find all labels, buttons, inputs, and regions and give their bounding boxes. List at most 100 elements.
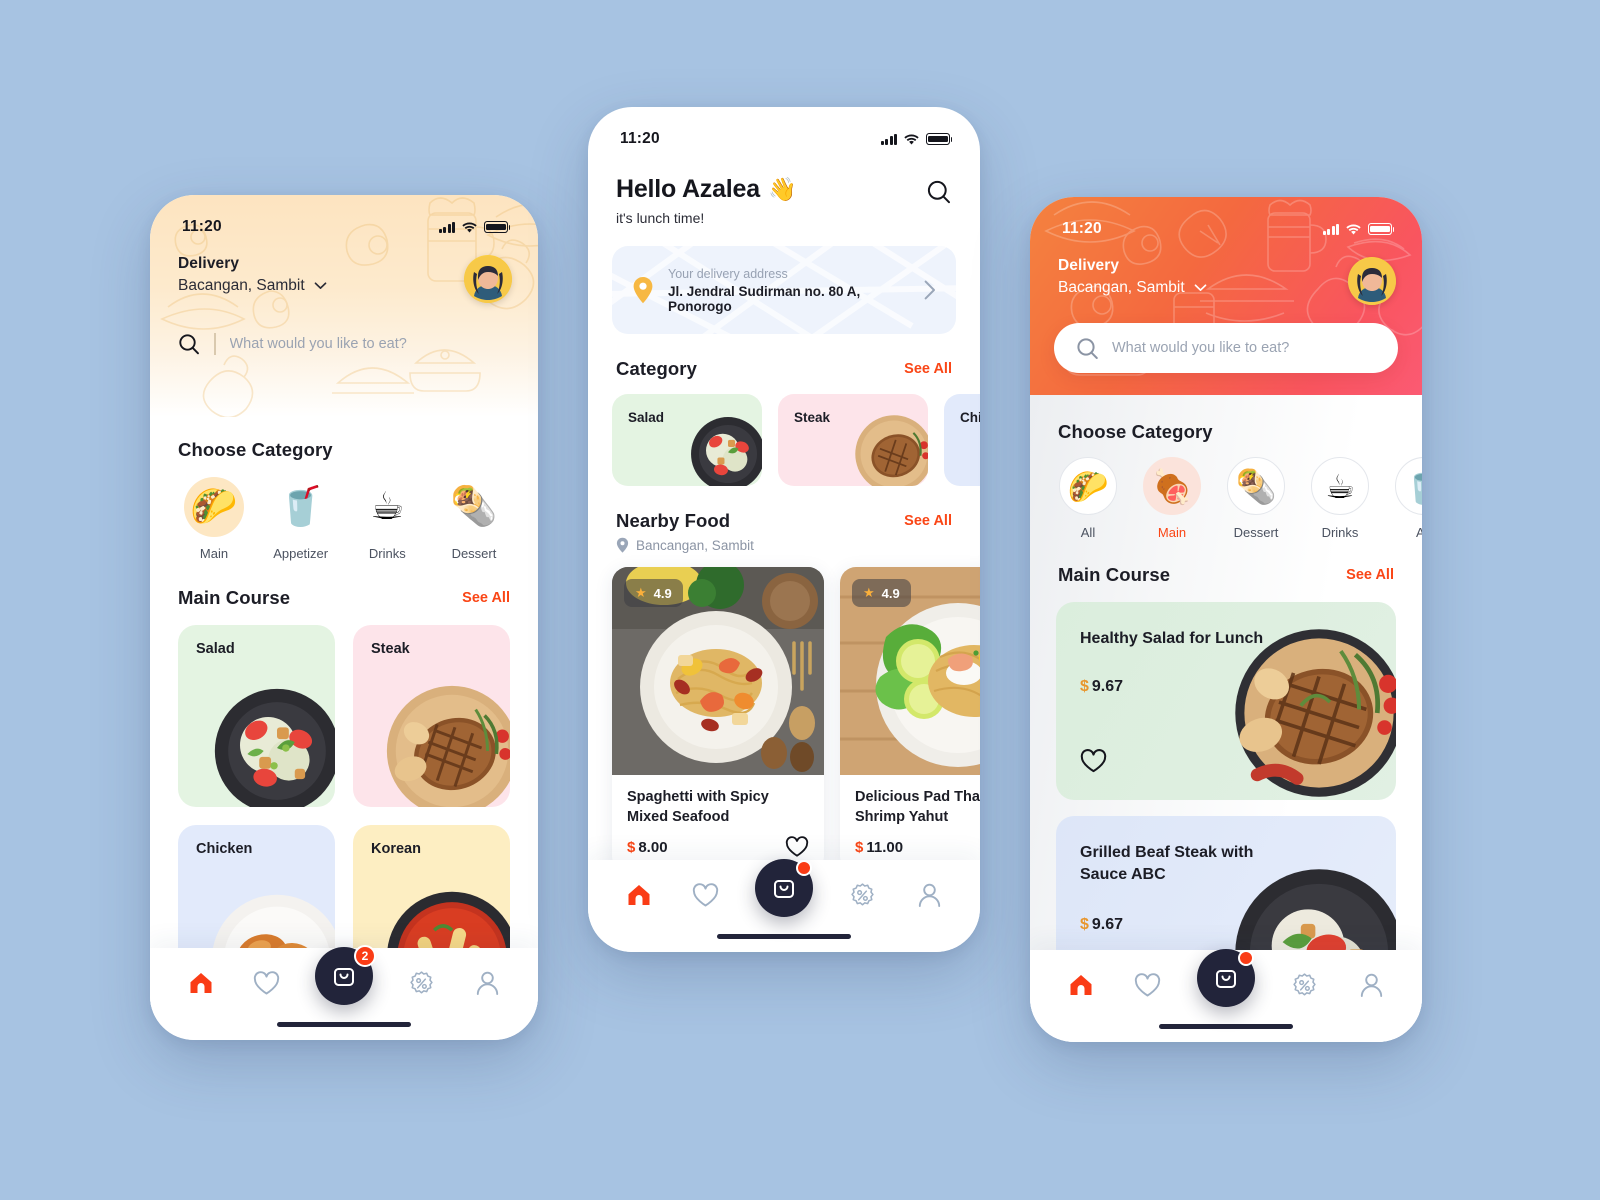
see-all-link[interactable]: See All xyxy=(904,513,952,529)
category-item-drinks[interactable]: ☕ Drinks xyxy=(353,477,421,561)
food-bottom-row: $8.00 xyxy=(627,836,809,858)
greeting-block: Hello Azalea 👋 it's lunch time! xyxy=(616,175,797,226)
search-button[interactable] xyxy=(926,175,952,205)
currency-symbol: $ xyxy=(627,838,636,856)
currency-symbol: $ xyxy=(1080,678,1089,695)
home-icon xyxy=(628,885,650,905)
home-indicator xyxy=(277,1021,411,1027)
category-list: 🌮 Main 🥤 Appetizer ☕ Drinks 🌯 Dessert xyxy=(150,461,538,561)
category-card-chicken[interactable]: Chicken xyxy=(944,394,980,486)
see-all-link[interactable]: See All xyxy=(1346,567,1394,583)
food-name: Delicious Pad Thai Fried Shrimp Yahut xyxy=(855,789,980,825)
tile-label: Salad xyxy=(196,641,235,657)
status-bar: 11:20 xyxy=(588,107,980,151)
see-all-link[interactable]: See All xyxy=(462,590,510,606)
food-card[interactable]: ★ 4.9 Delicious Pad Thai Fried Shrimp Ya… xyxy=(840,567,980,873)
food-meta: Spaghetti with Spicy Mixed Seafood $8.00 xyxy=(612,775,824,872)
category-card-steak[interactable]: Steak xyxy=(778,394,928,486)
search-icon[interactable] xyxy=(178,333,200,355)
home-light-body: Choose Category 🌮 Main 🥤 Appetizer ☕ Dri… xyxy=(150,417,538,1007)
delivery-info[interactable]: Delivery Bacangan, Sambit xyxy=(1058,257,1207,297)
chevron-right-icon[interactable] xyxy=(924,280,936,300)
nav-favorites[interactable] xyxy=(689,878,723,912)
heart-icon[interactable] xyxy=(785,836,809,858)
nav-profile[interactable] xyxy=(1354,968,1388,1002)
category-label: Appetizer xyxy=(273,546,329,561)
home-icon xyxy=(190,973,212,993)
search-bar[interactable] xyxy=(1030,305,1422,373)
see-all-link[interactable]: See All xyxy=(904,361,952,377)
nav-profile[interactable] xyxy=(470,966,504,1000)
food-list-card[interactable]: Healthy Salad for Lunch $9.67 xyxy=(1056,602,1396,800)
tile-label: Korean xyxy=(371,841,421,857)
nav-promo[interactable] xyxy=(405,966,439,1000)
avatar[interactable] xyxy=(1348,257,1396,305)
wifi-icon xyxy=(462,222,477,233)
screen-home-light: 11:20 Delivery Bacangan, Sambit What wou… xyxy=(150,195,538,1040)
category-card-label: Salad xyxy=(628,410,665,425)
delivery-address-card[interactable]: Your delivery address Jl. Jendral Sudirm… xyxy=(612,246,956,334)
chip-label: Drinks xyxy=(1321,525,1359,540)
food-card[interactable]: ★ 4.9 Spaghetti with Spicy Mixed Seafood… xyxy=(612,567,824,873)
home-indicator xyxy=(1159,1023,1293,1029)
food-price: $9.67 xyxy=(1080,916,1123,934)
category-chip-appetizer[interactable]: 🥤 Ap xyxy=(1392,457,1422,540)
category-title: Category xyxy=(616,358,697,379)
nav-favorites[interactable] xyxy=(1131,968,1165,1002)
search-pill[interactable] xyxy=(1054,323,1398,373)
search-icon[interactable] xyxy=(1076,337,1099,360)
category-chip-all[interactable]: 🌮 All xyxy=(1056,457,1120,540)
nav-home[interactable] xyxy=(1064,968,1098,1002)
signal-bars-icon xyxy=(880,133,897,145)
search-input[interactable] xyxy=(229,336,510,352)
food-bottom-row: $11.00 xyxy=(855,836,980,858)
nav-promo[interactable] xyxy=(1288,968,1322,1002)
battery-icon xyxy=(1368,223,1395,235)
category-item-main[interactable]: 🌮 Main xyxy=(180,477,248,561)
category-card-label: Steak xyxy=(794,410,831,425)
nav-profile[interactable] xyxy=(912,878,946,912)
home-indicator xyxy=(717,933,851,939)
heart-icon xyxy=(1134,972,1161,996)
shopping-bag-icon xyxy=(1216,970,1236,988)
location-pin-icon xyxy=(616,537,629,553)
nav-home[interactable] xyxy=(622,878,656,912)
nav-cart[interactable]: 2 xyxy=(315,945,376,1005)
tile-label: Steak xyxy=(371,641,410,657)
category-chip-main[interactable]: 🍖 Main xyxy=(1140,457,1204,540)
screen-home-gradient: 11:20 Delivery Bacangan, Sambit What wou… xyxy=(1030,197,1422,1042)
food-tile-salad[interactable]: Salad xyxy=(178,625,335,807)
heart-icon[interactable] xyxy=(1080,749,1107,774)
category-item-dessert[interactable]: 🌯 Dessert xyxy=(440,477,508,561)
nav-favorites[interactable] xyxy=(250,966,284,1000)
phone-mockup-white: 11:20 Hello Azalea 👋 it's lunch time! Yo… xyxy=(588,107,980,952)
delivery-label: Delivery xyxy=(178,255,240,272)
delivery-location-selector[interactable]: Bacangan, Sambit xyxy=(1058,279,1207,297)
search-input[interactable] xyxy=(1112,340,1376,356)
nav-promo[interactable] xyxy=(846,878,880,912)
discount-icon xyxy=(410,970,433,994)
category-item-appetizer[interactable]: 🥤 Appetizer xyxy=(267,477,335,561)
delivery-location-selector[interactable]: Bacangan, Sambit xyxy=(178,277,327,295)
rating-value: 4.9 xyxy=(653,585,672,601)
location-pin-icon xyxy=(633,277,653,304)
cart-badge xyxy=(796,860,812,876)
avatar[interactable] xyxy=(464,255,512,303)
category-card-salad[interactable]: Salad xyxy=(612,394,762,486)
currency-symbol: $ xyxy=(1080,916,1089,933)
waving-hand-icon: 👋 xyxy=(767,176,797,202)
nav-cart[interactable] xyxy=(755,859,813,917)
food-tile-steak[interactable]: Steak xyxy=(353,625,510,807)
nav-home[interactable] xyxy=(184,966,218,1000)
nav-cart[interactable] xyxy=(1197,949,1255,1007)
category-chip-dessert[interactable]: 🌯 Dessert xyxy=(1224,457,1288,540)
main-course-title: Main Course xyxy=(1058,564,1171,585)
status-time: 11:20 xyxy=(620,130,660,147)
discount-icon xyxy=(1293,972,1316,996)
delivery-info[interactable]: Delivery Bacangan, Sambit xyxy=(178,255,327,295)
coffee-cup-icon: ☕ xyxy=(1311,457,1369,515)
search-bar[interactable] xyxy=(150,303,538,355)
delivery-location: Bacangan, Sambit xyxy=(1058,279,1185,296)
category-chip-drinks[interactable]: ☕ Drinks xyxy=(1308,457,1372,540)
category-section-header: Category See All xyxy=(588,334,980,380)
